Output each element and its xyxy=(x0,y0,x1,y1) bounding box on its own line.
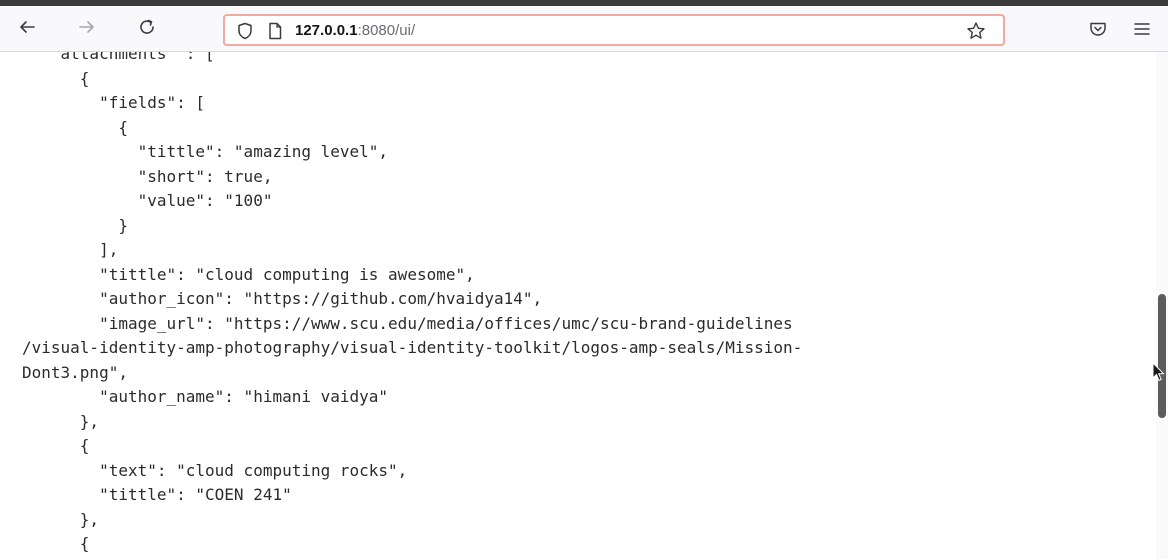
browser-toolbar: 127.0.0.1:8080/ui/ xyxy=(0,6,1168,52)
pocket-button[interactable] xyxy=(1083,14,1113,44)
json-line: { xyxy=(22,68,90,88)
url-host: 127.0.0.1 xyxy=(295,22,358,39)
browser-window: 127.0.0.1:8080/ui/ attachments" : [ { "f… xyxy=(0,0,1168,559)
json-line: /visual-identity-amp-photography/visual-… xyxy=(22,338,803,357)
hamburger-menu-icon xyxy=(1134,23,1150,35)
json-line: }, xyxy=(22,509,100,529)
arrow-right-icon xyxy=(79,21,94,33)
json-line: "fields": [ xyxy=(22,93,206,112)
url-path: :8080/ui/ xyxy=(357,22,416,39)
json-line: "tittle": "amazing level", xyxy=(22,142,389,161)
bookmark-button[interactable] xyxy=(963,18,989,44)
arrow-left-icon xyxy=(20,21,35,33)
json-line: { xyxy=(22,117,128,137)
json-line: { xyxy=(22,534,90,553)
forward-button[interactable] xyxy=(72,12,102,42)
json-line: Dont3.png", xyxy=(22,362,128,382)
json-line: attachments" : [ xyxy=(22,52,215,63)
page-content[interactable]: attachments" : [ { "fields": [ { "tittle… xyxy=(0,52,1156,559)
json-line: "tittle": "cloud computing is awesome", xyxy=(22,264,475,284)
json-line: "author_icon": "https://github.com/hvaid… xyxy=(22,289,543,308)
json-line: "short": true, xyxy=(22,166,273,186)
reload-icon xyxy=(140,19,154,34)
mouse-pointer-icon xyxy=(1152,362,1165,382)
scrollbar-thumb[interactable] xyxy=(1158,294,1166,418)
json-line: "text": "cloud computing rocks", xyxy=(22,460,408,480)
json-line: ], xyxy=(22,240,119,259)
star-icon xyxy=(967,22,985,39)
json-line: }, xyxy=(22,411,100,431)
json-line: "value": "100" xyxy=(22,191,273,210)
json-line: "image_url": "https://www.scu.edu/media/… xyxy=(22,313,793,333)
json-line: "tittle": "COEN 241" xyxy=(22,485,292,504)
json-line: { xyxy=(22,436,90,455)
json-line: "author_name": "himani vaidya" xyxy=(22,387,389,406)
menu-button[interactable] xyxy=(1127,14,1157,44)
reload-button[interactable] xyxy=(132,12,162,42)
json-line: } xyxy=(22,215,128,235)
url-text[interactable]: 127.0.0.1:8080/ui/ xyxy=(295,21,415,41)
page-icon[interactable] xyxy=(265,22,285,40)
back-button[interactable] xyxy=(12,12,42,42)
pocket-icon xyxy=(1090,22,1106,36)
url-bar[interactable]: 127.0.0.1:8080/ui/ xyxy=(223,14,1005,46)
json-document: attachments" : [ { "fields": [ { "tittle… xyxy=(22,52,802,559)
vertical-scrollbar[interactable] xyxy=(1156,52,1168,559)
shield-icon[interactable] xyxy=(235,22,255,40)
